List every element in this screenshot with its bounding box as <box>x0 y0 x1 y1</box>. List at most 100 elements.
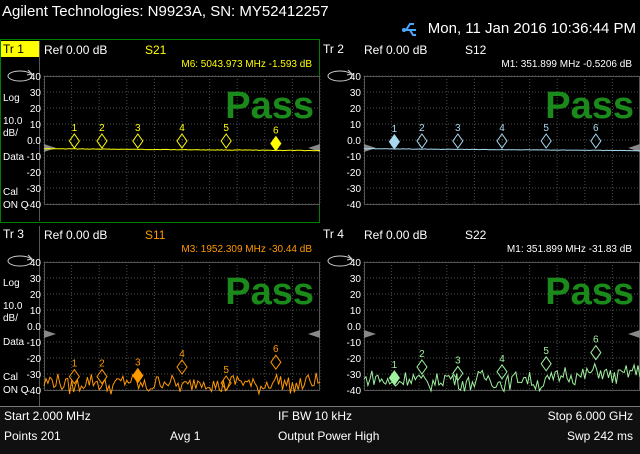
y-tick-label: -20 <box>27 354 42 365</box>
marker-4[interactable]: 4 <box>496 123 508 149</box>
marker-2[interactable]: 2 <box>416 349 428 375</box>
rotate-icon[interactable] <box>327 254 354 267</box>
trace-panel-tr3[interactable]: Tr 3 Ref 0.00 dB S11 M3: 1952.309 MHz -30.4… <box>3 226 321 406</box>
marker-number: 3 <box>455 355 461 366</box>
marker-3[interactable]: 3 <box>452 123 464 149</box>
y-tick-label: -20 <box>27 168 42 179</box>
marker-5[interactable]: 5 <box>540 346 552 372</box>
data-label[interactable]: Data <box>3 152 25 163</box>
trace-number-label[interactable]: Tr 2 <box>323 42 344 56</box>
y-tick-label: 0.0 <box>27 136 41 147</box>
y-tick-label: 0.0 <box>27 322 41 333</box>
rotate-icon-ring <box>327 255 353 267</box>
ref-level-arrow-icon[interactable] <box>364 330 376 338</box>
marker-2[interactable]: 2 <box>96 123 108 149</box>
marker-4[interactable]: 4 <box>176 123 188 149</box>
marker-number: 2 <box>419 123 425 134</box>
marker-number: 1 <box>72 359 78 370</box>
y-tick-label: -30 <box>347 370 362 381</box>
marker-3[interactable]: 3 <box>132 358 144 384</box>
trace-number-label[interactable]: Tr 4 <box>323 227 344 241</box>
ref-level-arrow-right-icon[interactable] <box>308 330 320 338</box>
start-frequency: Start 2.000 MHz <box>4 409 91 423</box>
scale-value[interactable]: 10.0 <box>3 301 23 312</box>
trace-panel-tr4[interactable]: Tr 4 Ref 0.00 dB S22 M1: 351.899 MHz -31.83… <box>323 227 640 397</box>
scale-value[interactable]: 10.0 <box>3 116 23 127</box>
rotate-icon[interactable] <box>7 69 34 82</box>
scale-unit[interactable]: dB/ <box>3 128 18 139</box>
marker-1[interactable]: 1 <box>388 360 400 386</box>
marker-2[interactable]: 2 <box>416 123 428 149</box>
y-tick-label: 20 <box>350 104 362 115</box>
y-tick-label: -20 <box>347 354 362 365</box>
marker-6[interactable]: 6 <box>270 344 282 371</box>
marker-1[interactable]: 1 <box>68 123 80 149</box>
y-tick-label: 30 <box>350 274 362 285</box>
marker-3[interactable]: 3 <box>132 123 144 149</box>
s-parameter-label[interactable]: S22 <box>465 228 487 242</box>
marker-diamond-icon <box>452 365 464 382</box>
reference-level: Ref 0.00 dB <box>364 43 427 57</box>
ref-level-arrow-icon[interactable] <box>44 144 56 152</box>
y-tick-label: -10 <box>27 152 42 163</box>
cal-label[interactable]: Cal <box>3 187 18 198</box>
date-time: Mon, 11 Jan 2016 10:36:44 PM <box>428 20 636 37</box>
marker-diamond-icon <box>220 133 232 149</box>
output-power: Output Power High <box>278 429 379 443</box>
marker-diamond-icon <box>540 355 552 372</box>
s-parameter-label[interactable]: S11 <box>145 228 166 242</box>
marker-diamond-icon <box>540 133 552 149</box>
y-tick-label: 0.0 <box>347 136 361 147</box>
marker-6[interactable]: 6 <box>270 126 282 152</box>
y-tick-label: -10 <box>347 338 362 349</box>
data-label[interactable]: Data <box>3 337 25 348</box>
marker-diamond-icon <box>388 133 400 150</box>
y-tick-label: 30 <box>30 274 42 285</box>
y-tick-label: 30 <box>350 88 362 99</box>
points-count: Points 201 <box>4 429 61 443</box>
s-parameter-label[interactable]: S12 <box>465 43 487 57</box>
y-tick-label: 40 <box>30 72 42 83</box>
marker-diamond-icon <box>132 367 144 384</box>
reference-level: Ref 0.00 dB <box>44 43 107 57</box>
y-tick-label: 40 <box>350 72 362 83</box>
marker-number: 6 <box>273 126 279 137</box>
cal-status[interactable]: ON Q <box>3 385 29 396</box>
cal-label[interactable]: Cal <box>3 372 18 383</box>
marker-number: 2 <box>99 359 105 370</box>
ref-level-arrow-right-icon[interactable] <box>628 330 640 338</box>
y-tick-label: 10 <box>30 306 42 317</box>
rotate-icon[interactable] <box>7 254 34 267</box>
reference-level: Ref 0.00 dB <box>44 228 107 242</box>
ref-level-arrow-icon[interactable] <box>364 144 376 152</box>
rotate-icon[interactable] <box>327 69 354 82</box>
ref-level-arrow-icon[interactable] <box>44 330 56 338</box>
pass-fail-indicator: Pass <box>545 271 634 313</box>
cal-status[interactable]: ON Q <box>3 200 29 211</box>
s-parameter-label[interactable]: S21 <box>145 43 167 57</box>
marker-readout: M3: 1952.309 MHz -30.44 dB <box>181 244 312 255</box>
marker-number: 4 <box>499 123 505 134</box>
y-tick-label: -40 <box>347 200 362 211</box>
trace-panel-tr1[interactable]: Tr 1 Ref 0.00 dB S21 M6: 5043.973 MHz -1.59… <box>0 39 321 223</box>
marker-number: 3 <box>135 123 141 134</box>
marker-number: 4 <box>179 349 185 360</box>
marker-number: 3 <box>455 123 461 134</box>
scale-unit[interactable]: dB/ <box>3 313 18 324</box>
stop-frequency: Stop 6.000 GHz <box>548 409 633 423</box>
marker-3[interactable]: 3 <box>452 355 464 382</box>
marker-6[interactable]: 6 <box>590 335 602 361</box>
trace-panel-tr2[interactable]: Tr 2 Ref 0.00 dB S12 M1: 351.899 MHz -0.520… <box>323 42 640 211</box>
y-tick-label: -10 <box>347 152 362 163</box>
trace-number-label[interactable]: Tr 3 <box>3 227 24 241</box>
marker-1[interactable]: 1 <box>388 124 400 150</box>
marker-readout: M1: 351.899 MHz -0.5206 dB <box>501 59 632 70</box>
status-footer: Start 2.000 MHz IF BW 10 kHz Stop 6.000 … <box>0 406 640 454</box>
format-label[interactable]: Log <box>3 93 20 104</box>
y-tick-label: -30 <box>347 184 362 195</box>
marker-number: 6 <box>593 123 599 134</box>
marker-number: 6 <box>593 335 599 346</box>
marker-number: 5 <box>223 365 229 376</box>
trace-number-label[interactable]: Tr 1 <box>3 42 24 56</box>
format-label[interactable]: Log <box>3 278 20 289</box>
